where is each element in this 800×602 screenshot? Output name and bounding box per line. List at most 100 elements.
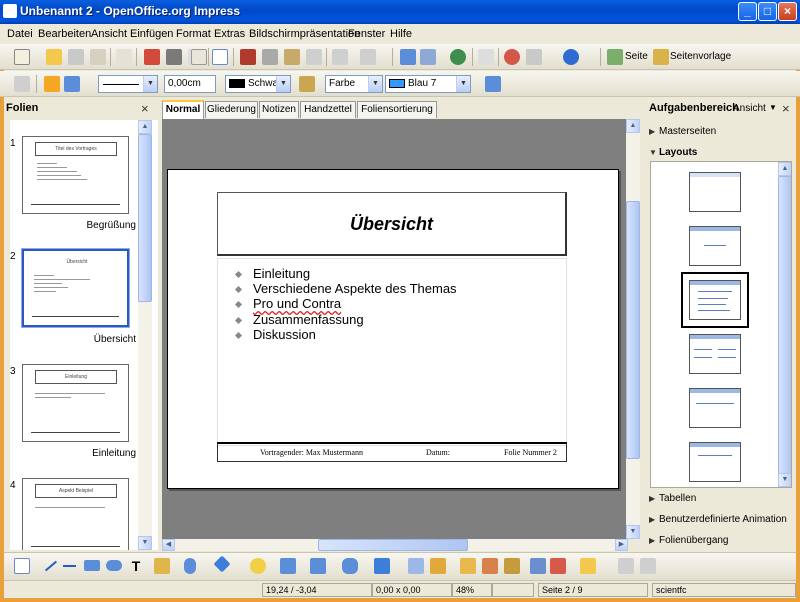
basic-shapes-icon[interactable]: [213, 555, 231, 573]
styles-icon[interactable]: [14, 76, 30, 92]
grid-icon[interactable]: [478, 49, 494, 65]
paste-icon[interactable]: [284, 49, 300, 65]
navigator-icon[interactable]: [504, 49, 520, 65]
shadow-icon[interactable]: [485, 76, 501, 92]
page-template-label[interactable]: Seitenvorlage: [670, 51, 731, 62]
tab-gliederung[interactable]: Gliederung: [205, 101, 258, 118]
save-icon[interactable]: [68, 49, 84, 65]
menu-fenster[interactable]: Fenster: [348, 28, 385, 40]
spellcheck-icon[interactable]: [191, 49, 207, 65]
callouts-icon[interactable]: [342, 558, 358, 574]
new-document-icon[interactable]: [14, 49, 30, 65]
chart-icon[interactable]: [400, 49, 416, 65]
from-file-icon[interactable]: [482, 558, 498, 574]
layout-title-only[interactable]: [689, 226, 741, 266]
page-button-label[interactable]: Seite: [625, 51, 648, 62]
select-arrow-icon[interactable]: [14, 558, 30, 574]
fill-color-select[interactable]: Blau 7 ▼: [385, 75, 471, 93]
tab-foliensortierung[interactable]: Foliensortierung: [357, 101, 437, 118]
page-icon[interactable]: [607, 49, 623, 65]
close-window-button[interactable]: ×: [778, 2, 797, 21]
area-fill-icon[interactable]: [299, 76, 315, 92]
canvas-horizontal-scrollbar[interactable]: ◀ ▶: [162, 539, 628, 551]
arrow-style-icon[interactable]: [64, 76, 80, 92]
section-folienuebergang[interactable]: ▶ Folienübergang: [649, 535, 729, 546]
align-icon[interactable]: [580, 558, 596, 574]
scroll-thumb[interactable]: [318, 539, 468, 551]
fill-type-select[interactable]: Farbe ▼: [325, 75, 383, 93]
text-tool-icon[interactable]: T: [128, 558, 144, 574]
export-pdf-icon[interactable]: [144, 49, 160, 65]
tab-handzettel[interactable]: Handzettel: [300, 101, 356, 118]
page-template-icon[interactable]: [653, 49, 669, 65]
scroll-up-icon[interactable]: ▲: [626, 119, 640, 133]
layout-title-content[interactable]: [681, 272, 749, 328]
chevron-down-icon[interactable]: ▼: [769, 103, 777, 112]
undo-icon[interactable]: [332, 49, 348, 65]
line-tool-icon[interactable]: [42, 558, 58, 574]
scroll-up-icon[interactable]: ▲: [138, 120, 152, 134]
scroll-up-icon[interactable]: ▲: [778, 162, 791, 176]
slide-content[interactable]: Einleitung Verschiedene Aspekte des Them…: [217, 258, 567, 446]
effects-icon[interactable]: [550, 558, 566, 574]
points-icon[interactable]: [408, 558, 424, 574]
slide-footer[interactable]: Vortragender: Max Mustermann Datum: Foli…: [217, 442, 567, 462]
line-icon[interactable]: [44, 76, 60, 92]
menu-datei[interactable]: Datei: [7, 28, 33, 40]
menu-bearbeiten[interactable]: Bearbeiten: [38, 28, 91, 40]
glue-points-icon[interactable]: [430, 558, 446, 574]
slide-thumbnail-3[interactable]: Einleitung: [22, 364, 129, 442]
task-pane-view-menu[interactable]: Ansicht: [733, 103, 766, 114]
block-arrows-icon[interactable]: [280, 558, 296, 574]
curve-tool-icon[interactable]: [154, 558, 170, 574]
scroll-down-icon[interactable]: ▼: [138, 536, 152, 550]
email-icon[interactable]: [90, 49, 106, 65]
slide-thumbnail-4[interactable]: Aspekt Beispiel: [22, 478, 129, 550]
copy-icon[interactable]: [262, 49, 278, 65]
scroll-thumb[interactable]: [778, 176, 791, 476]
scroll-right-icon[interactable]: ▶: [615, 539, 628, 551]
edit-file-icon[interactable]: [116, 49, 132, 65]
connector-tool-icon[interactable]: [184, 558, 196, 574]
hyperlink-icon[interactable]: [450, 49, 466, 65]
line-width-field[interactable]: 0,00cm: [164, 75, 216, 93]
format-paintbrush-icon[interactable]: [306, 49, 322, 65]
section-tabellen[interactable]: ▶ Tabellen: [649, 493, 696, 504]
slide-title[interactable]: Übersicht: [217, 192, 567, 256]
help-icon[interactable]: [563, 49, 579, 65]
cut-icon[interactable]: [240, 49, 256, 65]
symbol-shapes-icon[interactable]: [250, 558, 266, 574]
current-slide[interactable]: Übersicht Einleitung Verschiedene Aspekt…: [167, 169, 619, 489]
tab-normal[interactable]: Normal: [162, 100, 204, 119]
menu-hilfe[interactable]: Hilfe: [390, 28, 412, 40]
slide-canvas[interactable]: Übersicht Einleitung Verschiedene Aspekt…: [162, 119, 628, 539]
scroll-thumb[interactable]: [138, 134, 152, 302]
scroll-down-icon[interactable]: ▼: [778, 473, 791, 487]
line-color-select[interactable]: Schwarz ▼: [225, 75, 291, 93]
close-task-pane-icon[interactable]: ×: [782, 101, 790, 116]
status-zoom[interactable]: 48%: [452, 583, 492, 597]
open-folder-icon[interactable]: [46, 49, 62, 65]
extrusion-icon[interactable]: [530, 558, 546, 574]
maximize-button[interactable]: □: [758, 2, 777, 21]
section-layouts[interactable]: ▼ Layouts: [649, 147, 697, 158]
menu-einfuegen[interactable]: Einfügen: [130, 28, 173, 40]
rectangle-tool-icon[interactable]: [84, 560, 100, 571]
ellipse-tool-icon[interactable]: [106, 560, 122, 571]
stars-icon[interactable]: [374, 558, 390, 574]
zoom-icon[interactable]: [526, 49, 542, 65]
layout-two-content[interactable]: [689, 334, 741, 374]
menu-bildschirmpraesentation[interactable]: Bildschirmpräsentation: [249, 28, 360, 40]
print-icon[interactable]: [166, 49, 182, 65]
layout-blank[interactable]: [689, 172, 741, 212]
scroll-down-icon[interactable]: ▼: [626, 525, 640, 539]
slide-thumbnail-2[interactable]: Übersicht: [21, 248, 130, 328]
close-slides-panel-icon[interactable]: ×: [141, 101, 149, 116]
layout-title-subtitle[interactable]: [689, 442, 741, 482]
menu-ansicht[interactable]: Ansicht: [91, 28, 127, 40]
section-animation[interactable]: ▶ Benutzerdefinierte Animation: [649, 514, 787, 525]
minimize-button[interactable]: _: [738, 2, 757, 21]
tab-notizen[interactable]: Notizen: [259, 101, 299, 118]
auto-spellcheck-icon[interactable]: [212, 49, 228, 65]
menu-extras[interactable]: Extras: [214, 28, 245, 40]
